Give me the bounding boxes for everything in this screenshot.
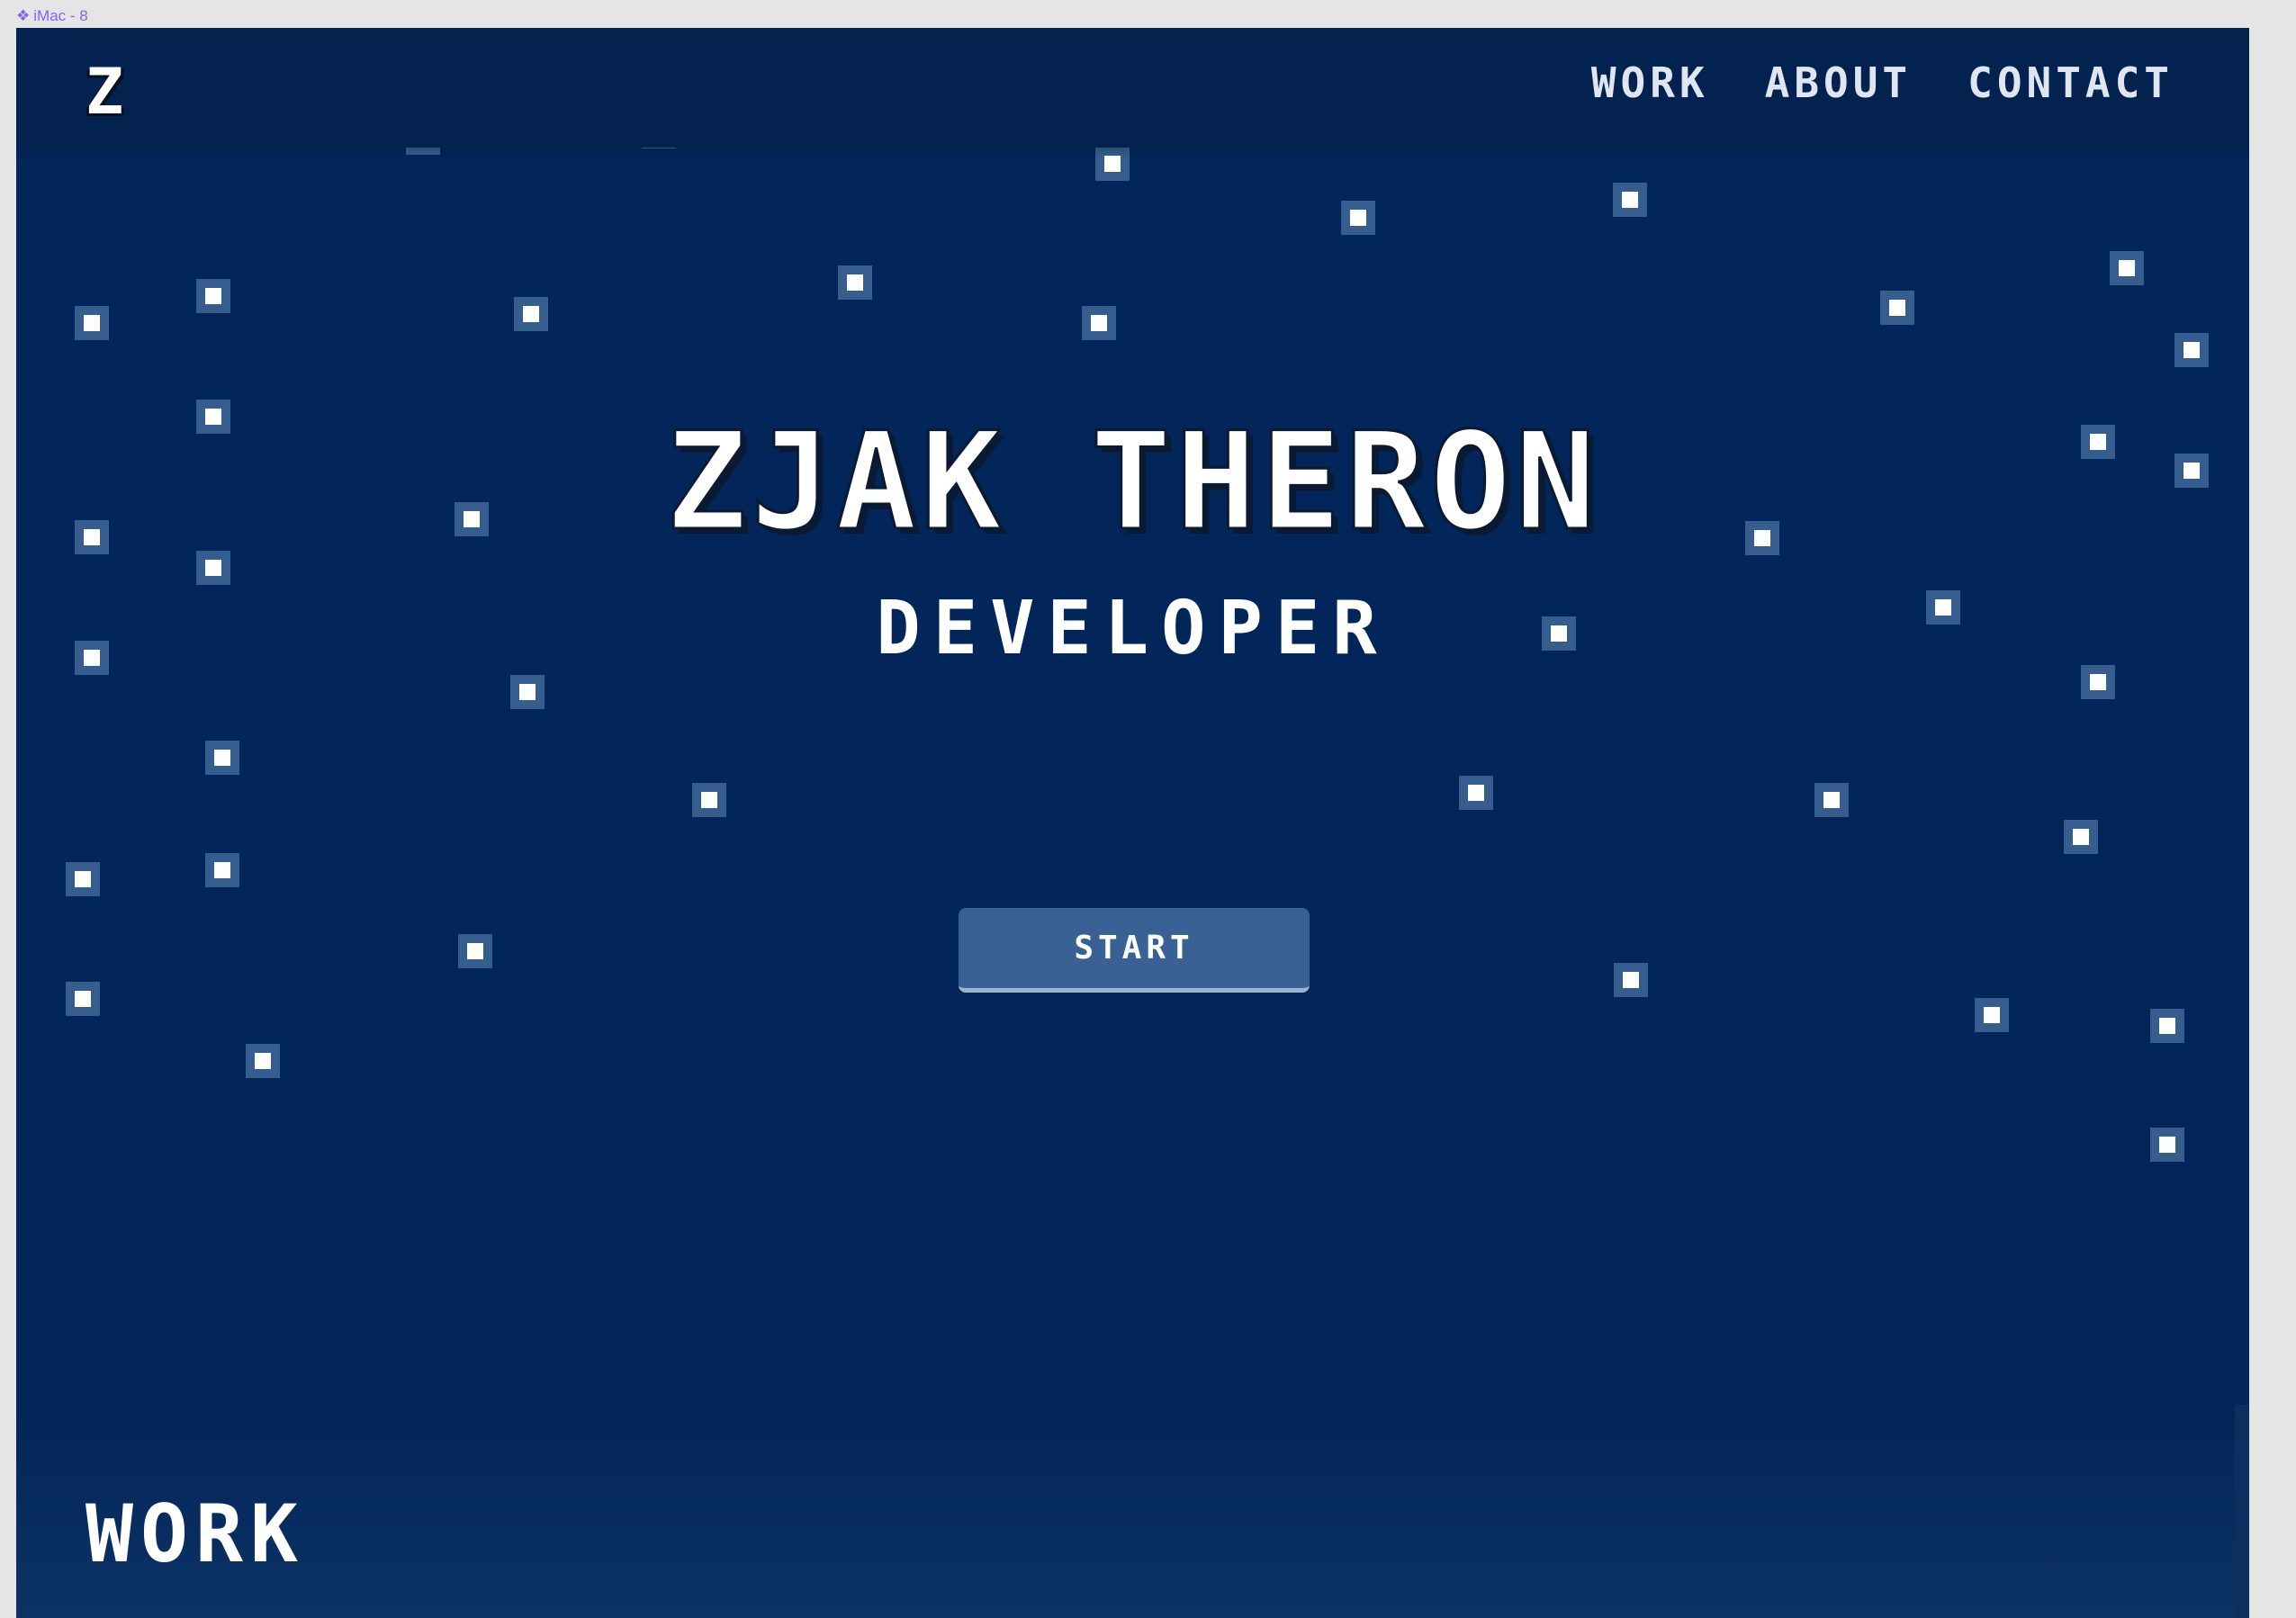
nav-item-work[interactable]: WORK [1591,58,1709,108]
star-decoration [2110,251,2144,285]
star-decoration [458,934,492,968]
star-decoration [838,265,872,300]
star-decoration [1341,201,1375,235]
logo[interactable]: Z [86,60,123,123]
hero-subtitle: DEVELOPER [876,586,1390,671]
star-decoration [196,551,230,585]
star-decoration [1814,783,1849,817]
component-icon: ❖ [16,7,31,24]
star-decoration [692,783,726,817]
nav-item-about[interactable]: ABOUT [1765,58,1912,108]
work-section-heading: WORK [86,1488,305,1580]
star-decoration [246,1044,280,1078]
star-decoration [1880,291,1914,325]
star-decoration [1095,147,1130,181]
scrollbar-track[interactable] [2235,1405,2249,1618]
star-decoration [205,853,239,887]
star-decoration [1082,306,1116,340]
star-decoration [2150,1009,2184,1043]
star-decoration [514,297,548,331]
star-decoration [66,862,100,896]
star-decoration [75,306,109,340]
navbar: Z WORK ABOUT CONTACT [16,28,2249,148]
star-decoration [2150,1128,2184,1162]
start-button[interactable]: START [959,908,1310,993]
nav-item-contact[interactable]: CONTACT [1967,58,2174,108]
section-fade [16,1414,2249,1618]
star-decoration [66,982,100,1016]
page-frame: Z WORK ABOUT CONTACT ZJAK THERON DEVELOP… [16,28,2249,1618]
star-decoration [205,741,239,775]
hero-title: ZJAK THERON [664,404,1600,561]
star-decoration [1614,963,1648,997]
star-decoration [510,675,545,709]
star-decoration [2174,333,2209,367]
star-decoration [196,279,230,313]
frame-label: ❖ iMac - 8 [16,7,88,25]
star-decoration [1975,998,2009,1032]
star-decoration [1459,776,1493,810]
frame-label-text: iMac - 8 [33,7,88,24]
star-decoration [1613,183,1647,217]
star-decoration [2064,820,2098,854]
nav-links: WORK ABOUT CONTACT [1591,58,2174,108]
